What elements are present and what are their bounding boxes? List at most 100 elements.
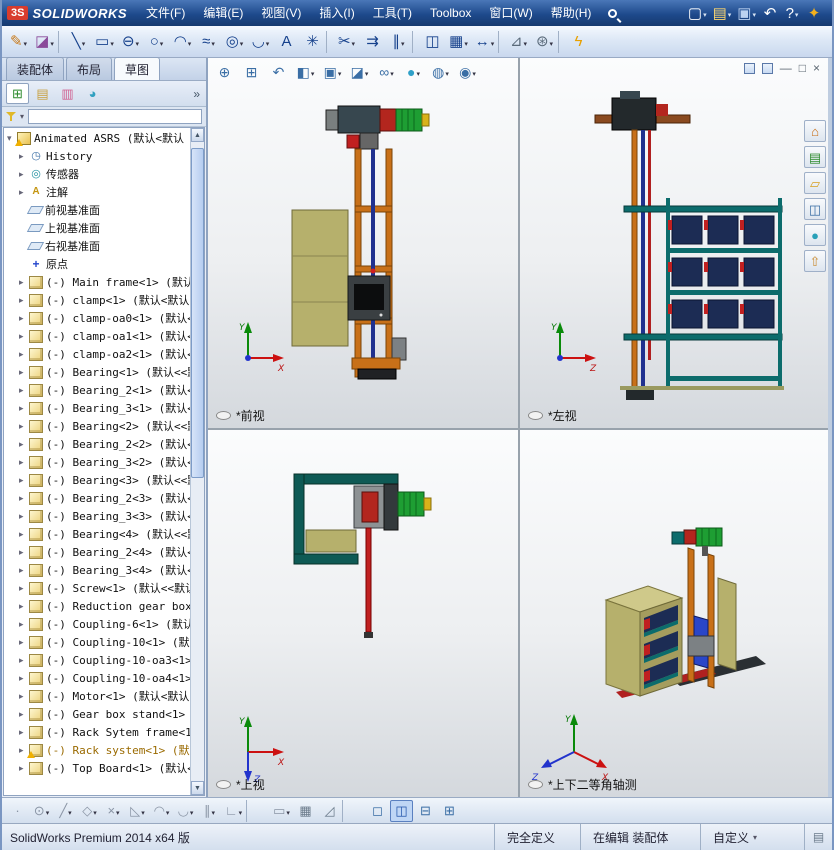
four-view-button[interactable]: ◫: [390, 799, 413, 822]
tree-item[interactable]: ▸ (-) Bearing<1> (默认<<默: [4, 363, 190, 381]
dropdown-arrow-icon[interactable]: [24, 35, 28, 49]
dropdown-arrow-icon[interactable]: [211, 35, 215, 49]
dropdown-arrow-icon[interactable]: [240, 35, 244, 49]
tab-layout[interactable]: 布局: [66, 57, 113, 80]
dropdown-arrow-icon[interactable]: [190, 804, 194, 818]
dropdown-arrow-icon[interactable]: [464, 35, 468, 49]
tree-item[interactable]: ▸ (-) Coupling-10-oa4<1> (: [4, 669, 190, 687]
dropdown-arrow-icon[interactable]: [311, 65, 315, 79]
search-icon[interactable]: [600, 3, 624, 23]
edit-appearance-button[interactable]: ●: [401, 61, 426, 83]
dropdown-arrow-icon[interactable]: [266, 35, 270, 49]
filter-dropdown-arrow[interactable]: ▾: [20, 112, 24, 121]
view-orientation-button[interactable]: ▣: [320, 61, 345, 83]
dropdown-arrow-icon[interactable]: [286, 804, 290, 818]
tree-item[interactable]: ▾ Animated ASRS (默认<默认: [4, 129, 190, 147]
viewport-isometric[interactable]: Y X Z *上下二等角轴测: [520, 430, 828, 797]
mirror-entities-button[interactable]: ◫: [420, 29, 445, 55]
dropdown-arrow-icon[interactable]: [160, 35, 164, 49]
trim-entities-button[interactable]: ✂: [334, 29, 359, 55]
scrollbar-thumb[interactable]: [191, 148, 204, 478]
menu-edit[interactable]: 编辑(E): [194, 0, 252, 26]
tangent-snap-button[interactable]: ◡: [174, 800, 197, 822]
more-tabs-chevron[interactable]: »: [193, 87, 202, 101]
tree-item[interactable]: ▸ (-) Rack system<1> (默认: [4, 741, 190, 759]
expander-icon[interactable]: ▸: [19, 457, 29, 468]
tree-item[interactable]: ▸ (-) Rack Sytem frame<1> (: [4, 723, 190, 741]
expander-icon[interactable]: ▸: [19, 547, 29, 558]
dropdown-arrow-icon[interactable]: [401, 35, 405, 49]
expander-icon[interactable]: ▸: [19, 583, 29, 594]
featuremanager-tree-tab[interactable]: ⊞: [6, 83, 29, 104]
display-style-button[interactable]: ◪: [347, 61, 372, 83]
tree-item[interactable]: 原点: [4, 255, 190, 273]
menu-view[interactable]: 视图(V): [252, 0, 310, 26]
tree-item[interactable]: ▸ (-) Coupling-10-oa3<1> (: [4, 651, 190, 669]
tree-item[interactable]: ▸ 注解: [4, 183, 190, 201]
expander-icon[interactable]: ▸: [19, 601, 29, 612]
dropdown-arrow-icon[interactable]: [365, 65, 369, 79]
display-relations-button[interactable]: ⊿: [506, 29, 531, 55]
dropdown-arrow-icon[interactable]: [728, 6, 732, 20]
dropdown-arrow-icon[interactable]: [239, 804, 243, 818]
dropdown-arrow-icon[interactable]: [352, 35, 356, 49]
ruler-button[interactable]: ▭: [270, 800, 293, 822]
zoom-area-button[interactable]: ⊞: [239, 61, 264, 83]
expander-icon[interactable]: ▸: [19, 565, 29, 576]
solidworks-resources-tab[interactable]: ⌂: [804, 120, 826, 142]
tree-item[interactable]: ▸ (-) Bearing<3> (默认<<默: [4, 471, 190, 489]
expander-icon[interactable]: ▸: [19, 331, 29, 342]
tree-item[interactable]: ▸ (-) Main frame<1> (默认<: [4, 273, 190, 291]
tree-item[interactable]: ▸ (-) Screw<1> (默认<<默认: [4, 579, 190, 597]
smart-dimension-button[interactable]: ✎: [6, 29, 31, 55]
dropdown-arrow-icon[interactable]: [50, 35, 54, 49]
new-document-button[interactable]: ▢: [686, 3, 709, 23]
expander-icon[interactable]: ▸: [19, 349, 29, 360]
menu-help[interactable]: 帮助(H): [542, 0, 601, 26]
tree-scrollbar[interactable]: ▲ ▼: [190, 128, 204, 795]
dropdown-arrow-icon[interactable]: [752, 6, 756, 20]
model-geometry[interactable]: [293, 473, 432, 638]
dropdown-arrow-icon[interactable]: [416, 65, 420, 79]
angle-button[interactable]: ◿: [318, 800, 341, 822]
zoom-fit-button[interactable]: ⊕: [212, 61, 237, 83]
dropdown-arrow-icon[interactable]: [338, 65, 342, 79]
dropdown-arrow-icon[interactable]: [136, 35, 140, 49]
dropdown-arrow-icon[interactable]: [795, 6, 799, 20]
dropdown-arrow-icon[interactable]: [110, 35, 114, 49]
line-button[interactable]: ╲: [66, 29, 91, 55]
expander-icon[interactable]: ▸: [19, 169, 29, 180]
fillet-button[interactable]: ◡: [248, 29, 273, 55]
close-button[interactable]: ×: [813, 62, 820, 74]
parallel-snap-button[interactable]: ∥: [198, 800, 221, 822]
expander-icon[interactable]: ▸: [19, 529, 29, 540]
expander-icon[interactable]: ▸: [19, 637, 29, 648]
tree-item[interactable]: ▸ (-) Bearing_2<4> (默认<: [4, 543, 190, 561]
undo-button[interactable]: ↶: [760, 3, 780, 23]
scroll-down-arrow[interactable]: ▼: [191, 781, 204, 795]
tree-item[interactable]: ▸ (-) Bearing_3<4> (默认<: [4, 561, 190, 579]
hide-show-items-button[interactable]: ∞: [374, 61, 399, 83]
tree-item[interactable]: ▸ (-) Motor<1> (默认<默认: [4, 687, 190, 705]
file-explorer-tab[interactable]: ▱: [804, 172, 826, 194]
model-isometric-view[interactable]: Y X Z: [520, 430, 828, 797]
text-button[interactable]: A: [274, 29, 299, 55]
single-view-button[interactable]: ◻: [366, 800, 389, 822]
dropdown-arrow-icon[interactable]: [46, 804, 50, 818]
two-view-horizontal-button[interactable]: ⊟: [414, 800, 437, 822]
custom-properties-tab[interactable]: ⇧: [804, 250, 826, 272]
tree-item[interactable]: 右视基准面: [4, 237, 190, 255]
appearances-tab[interactable]: ●: [804, 224, 826, 246]
displaymanager-tab[interactable]: ◕: [81, 83, 104, 104]
tree-item[interactable]: 前视基准面: [4, 201, 190, 219]
dropdown-arrow-icon[interactable]: [472, 65, 476, 79]
dropdown-arrow-icon[interactable]: [550, 35, 554, 49]
line-snap-button[interactable]: ╱: [54, 800, 77, 822]
menu-window[interactable]: 窗口(W): [480, 0, 541, 26]
tree-item[interactable]: ▸ (-) Reduction gear box<1: [4, 597, 190, 615]
window-arrange-icon[interactable]: [761, 62, 773, 74]
tree-item[interactable]: ▸ (-) Bearing_2<2> (默认<: [4, 435, 190, 453]
dropdown-arrow-icon[interactable]: [211, 804, 215, 818]
offset-entities-button[interactable]: ∥: [386, 29, 411, 55]
tree-item[interactable]: ▸ (-) Bearing_2<3> (默认<: [4, 489, 190, 507]
